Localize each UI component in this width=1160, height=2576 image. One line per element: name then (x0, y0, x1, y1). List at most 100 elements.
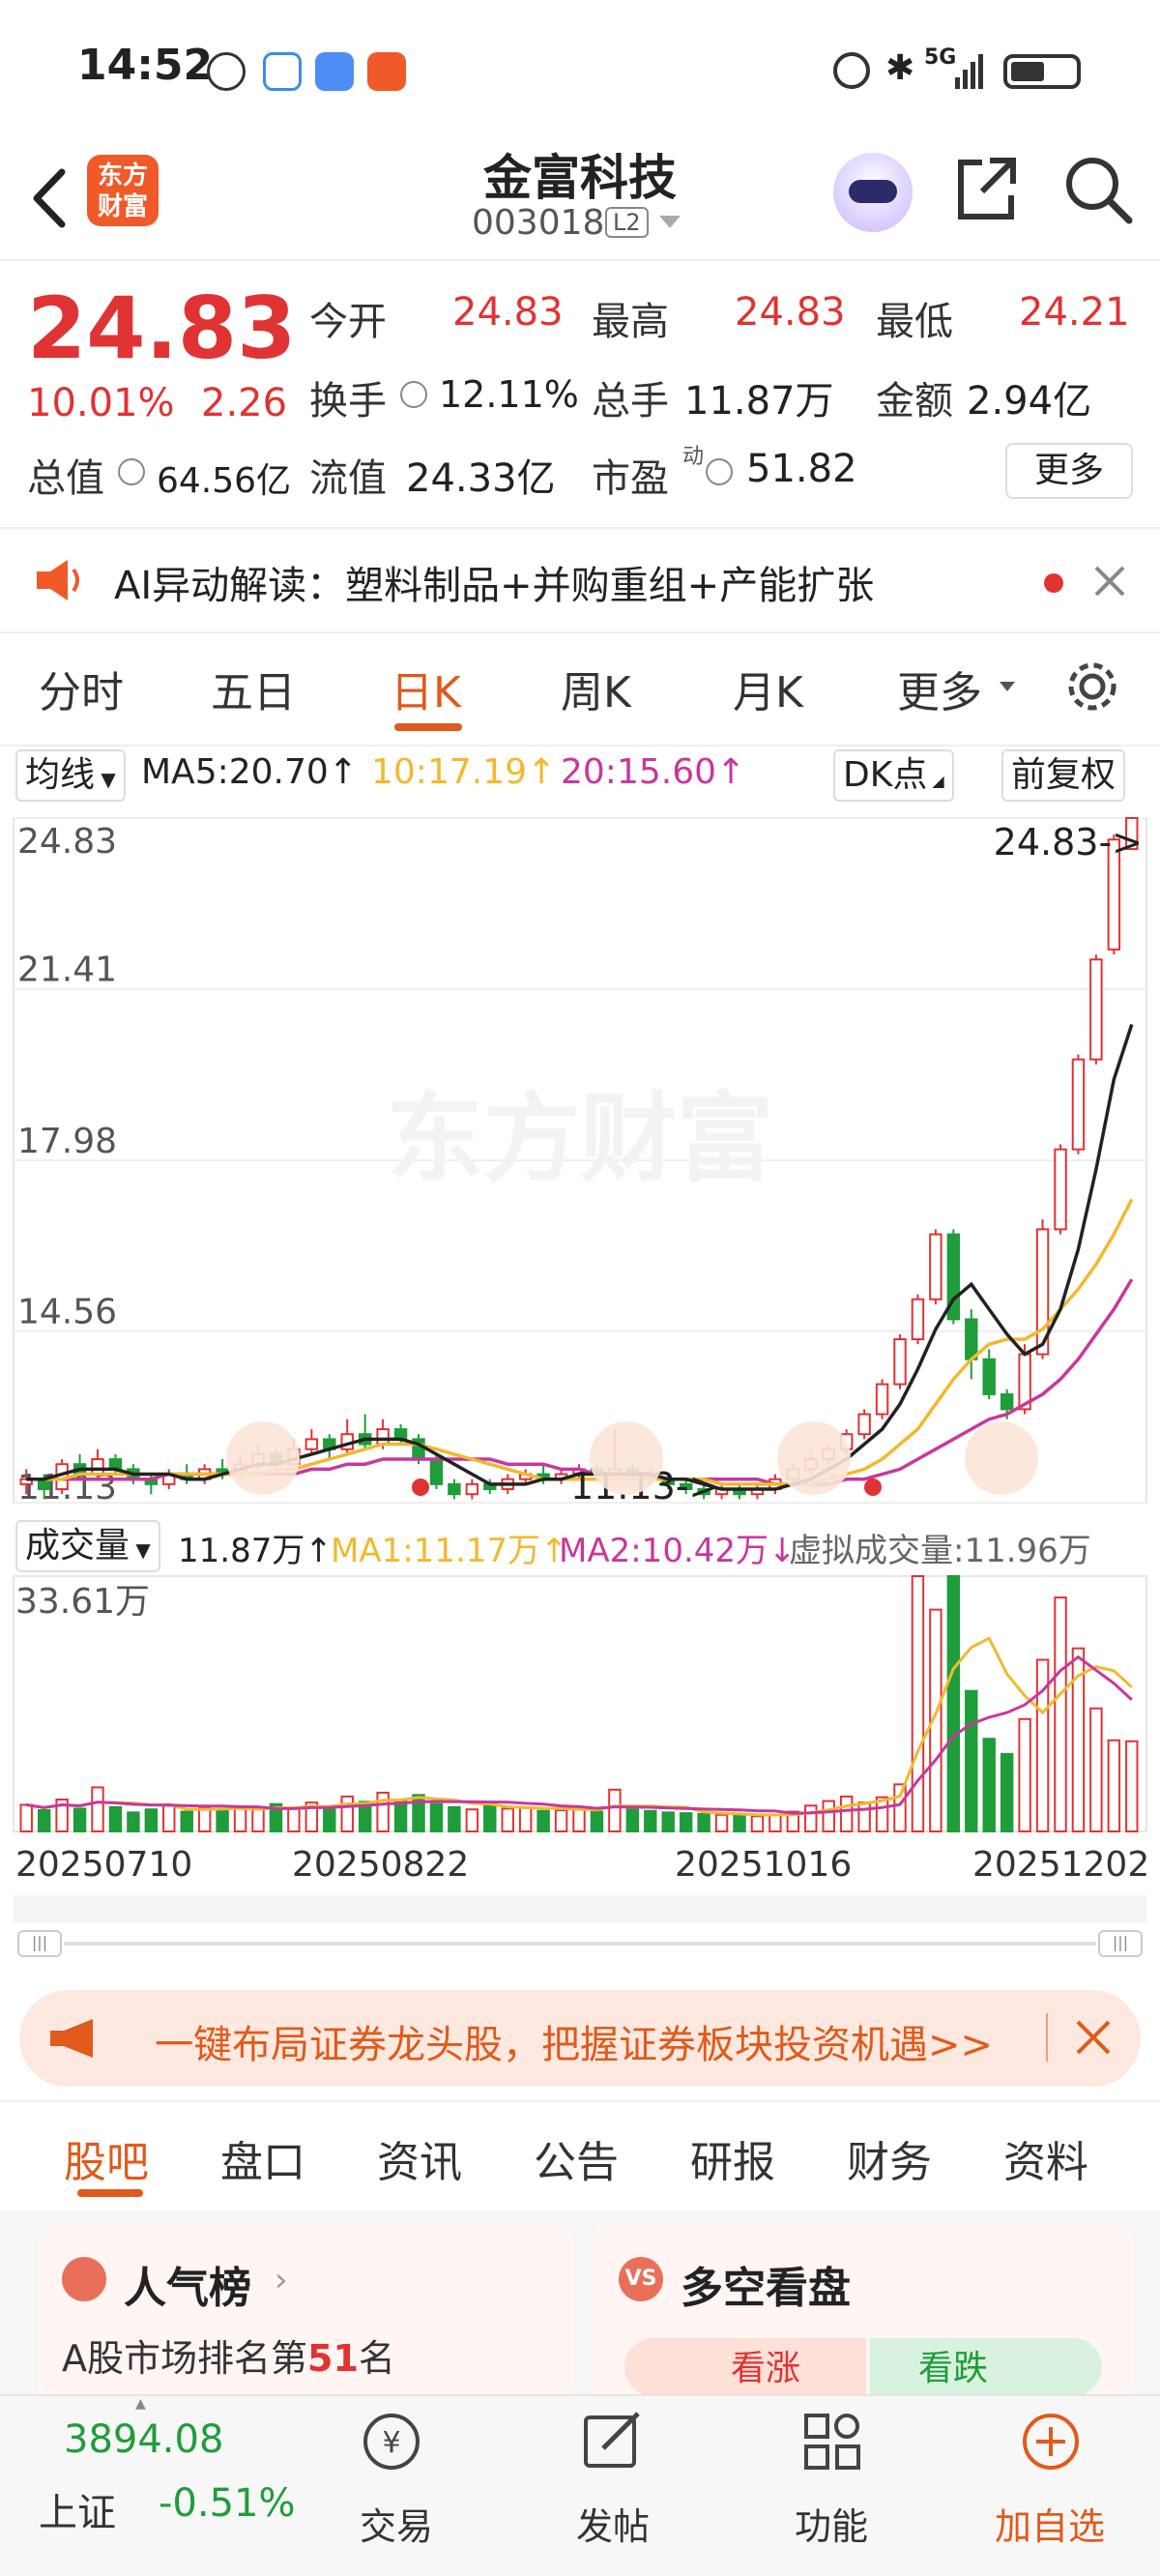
price-marker: 24.83-> (994, 821, 1143, 864)
close-icon[interactable] (1075, 2019, 1112, 2060)
volume-bar (127, 1811, 140, 1833)
settings-gear-icon[interactable] (1063, 658, 1121, 719)
candle (875, 1383, 889, 1416)
scroll-left-button[interactable] (590, 1421, 663, 1495)
caret-down-icon[interactable] (1000, 679, 1015, 697)
current-price: 24.83 (27, 278, 297, 378)
watermark: 东方财富 (387, 1082, 773, 1195)
search-icon[interactable] (1061, 153, 1135, 230)
more-button[interactable]: 更多 (1005, 443, 1133, 499)
index-value[interactable]: 3894.08 (64, 2417, 223, 2462)
svg-text:¥: ¥ (382, 2426, 400, 2460)
add-watchlist-icon[interactable] (1017, 2408, 1085, 2479)
tab-profile[interactable]: 资料 (1003, 2127, 1088, 2189)
volume-bar (839, 1795, 854, 1832)
info-icon[interactable] (706, 458, 733, 485)
tab-underline (77, 2189, 143, 2197)
turnover-value: 12.11% (439, 373, 579, 416)
bear-button[interactable]: 看跌 (870, 2338, 1102, 2396)
tab-news[interactable]: 资讯 (377, 2127, 462, 2189)
expand-chart-button[interactable] (965, 1421, 1038, 1495)
info-icon[interactable] (118, 458, 145, 485)
low-label: 最低 (876, 300, 953, 344)
chart-range-scrollbar[interactable]: ||| ||| (17, 1930, 1143, 1957)
divider (0, 2100, 1160, 2102)
candle (465, 1482, 479, 1496)
event-dot (864, 1478, 882, 1496)
candle (1000, 1392, 1014, 1411)
tab-more[interactable]: 更多 (897, 658, 982, 719)
mktcap-value: 64.56亿 (157, 461, 292, 501)
candle (929, 1233, 942, 1301)
post-edit-icon[interactable] (578, 2408, 646, 2479)
tab-underline (394, 723, 462, 731)
tab-monthly-k[interactable]: 月K (733, 658, 803, 719)
tab-weekly-k[interactable]: 周K (561, 658, 631, 719)
open-value: 24.83 (452, 290, 564, 335)
volume-bar (323, 1806, 336, 1832)
nav-post[interactable]: 发帖 (536, 2497, 690, 2550)
volume-bar (287, 1807, 301, 1832)
tab-five-day[interactable]: 五日 (211, 658, 296, 719)
tab-orderbook[interactable]: 盘口 (220, 2127, 305, 2189)
float-value: 24.33亿 (406, 456, 556, 501)
right-handle[interactable]: ||| (1098, 1930, 1143, 1957)
index-name: 上证 (39, 2491, 116, 2535)
adjust-button[interactable]: 前复权 (1001, 749, 1126, 802)
nav-add-watchlist[interactable]: 加自选 (972, 2497, 1127, 2550)
volume-bar (679, 1812, 693, 1832)
bull-bear-card[interactable]: VS 多空看盘 看涨 看跌 (592, 2224, 1131, 2417)
tab-announcements[interactable]: 公告 (534, 2127, 619, 2189)
candle (911, 1298, 925, 1341)
promo-banner[interactable]: 一键布局证券龙头股，把握证券板块投资机遇>> (19, 1990, 1141, 2087)
close-icon[interactable] (1092, 564, 1127, 602)
left-handle[interactable]: ||| (17, 1930, 62, 1957)
scroll-right-button[interactable] (777, 1421, 851, 1495)
bull-button[interactable]: 看涨 (624, 2338, 866, 2396)
volume-bar (625, 1808, 640, 1833)
features-grid-icon[interactable] (798, 2408, 866, 2479)
volume-bar (429, 1802, 444, 1832)
ai-robot-icon[interactable] (833, 153, 913, 232)
volume-bar (946, 1575, 961, 1832)
level2-badge[interactable]: L2 (605, 207, 649, 238)
volume-chart[interactable]: 33.61万 (0, 1574, 1160, 1835)
volume-bar (108, 1805, 123, 1832)
promo-divider (1046, 2013, 1048, 2062)
float-label: 流值 (309, 456, 387, 501)
low-value: 24.21 (1019, 290, 1130, 335)
volume-type-button[interactable]: 成交量 ▼ (15, 1520, 160, 1572)
volume-bar (590, 1810, 604, 1832)
y-axis-label: 21.41 (17, 951, 117, 990)
info-icon[interactable] (400, 381, 427, 408)
tab-daily-k[interactable]: 日K (391, 658, 461, 719)
nav-trade[interactable]: 交易 (319, 2497, 474, 2550)
volume-bar (1089, 1707, 1103, 1832)
message-app-icon (315, 52, 354, 91)
bluetooth-icon: ✱ (885, 48, 915, 88)
popularity-card[interactable]: 人气榜 › A股市场排名第51名 (39, 2224, 572, 2417)
trade-yen-icon[interactable]: ¥ (358, 2408, 425, 2479)
indicator-type-button[interactable]: 均线 ▼ (15, 749, 126, 802)
nav-features[interactable]: 功能 (754, 2497, 909, 2550)
tab-forum[interactable]: 股吧 (64, 2127, 149, 2189)
control-circle (965, 1421, 1038, 1495)
tab-intraday[interactable]: 分时 (39, 658, 124, 719)
ai-banner[interactable]: AI异动解读：塑料制品+并购重组+产能扩张 (0, 527, 1160, 633)
share-icon[interactable] (953, 153, 1021, 230)
kline-chart[interactable]: 24.8321.4117.9814.5611.13东方财富24.83->11.1… (0, 805, 1160, 1510)
volume-bar (893, 1783, 907, 1832)
pe-label: 市盈 (592, 456, 669, 501)
volume-bar (393, 1800, 408, 1832)
volume-bar (982, 1738, 996, 1832)
stock-code[interactable]: 003018 (472, 203, 604, 243)
chevron-down-icon[interactable] (659, 215, 681, 233)
ai-app-icon (263, 52, 302, 91)
tab-financials[interactable]: 财务 (847, 2127, 932, 2189)
dk-point-button[interactable]: DK点 ◢ (833, 749, 954, 802)
tab-research[interactable]: 研报 (690, 2127, 775, 2189)
y-axis-label: 14.56 (17, 1293, 117, 1332)
zoom-out-button[interactable] (226, 1421, 300, 1495)
volume-bar (572, 1807, 586, 1832)
signal-icon (955, 50, 990, 89)
